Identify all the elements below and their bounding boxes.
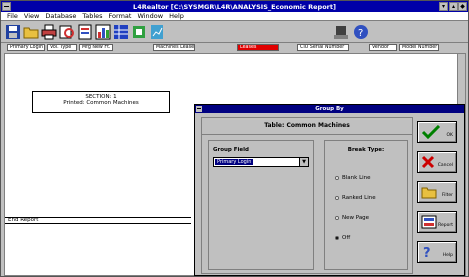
group-header-box[interactable]: SECTION: 1 Printed: Common Machines bbox=[32, 91, 170, 113]
restore-button[interactable]: ◆ bbox=[458, 2, 467, 11]
minimize-button[interactable]: ▾ bbox=[439, 2, 448, 11]
group-header-line2: Printed: Common Machines bbox=[63, 100, 139, 106]
menu-help[interactable]: Help bbox=[169, 12, 184, 20]
group-field-select[interactable]: Primary Login ▼ bbox=[213, 157, 309, 167]
tab-machines-leases[interactable]: Machines Leases bbox=[153, 44, 195, 51]
print-icon[interactable] bbox=[41, 24, 57, 40]
radio-label: Ranked Line bbox=[342, 195, 376, 201]
menu-view[interactable]: View bbox=[24, 12, 39, 20]
tab-primary-login[interactable]: Primary Login bbox=[7, 44, 45, 51]
radio-dot bbox=[335, 196, 339, 200]
report-button[interactable]: Report bbox=[417, 211, 457, 233]
field-tab-strip: Primary Login Vol. Type Mfg New Ft. Mach… bbox=[1, 43, 468, 52]
question-icon: ? bbox=[423, 246, 431, 259]
menu-window[interactable]: Window bbox=[137, 12, 163, 20]
chevron-down-icon[interactable]: ▼ bbox=[299, 158, 308, 166]
dialog-title: Group By bbox=[315, 106, 344, 112]
folder-icon[interactable] bbox=[23, 24, 39, 40]
group-field-label: Group Field bbox=[213, 147, 249, 153]
sort-icon[interactable] bbox=[333, 24, 349, 40]
menu-file[interactable]: File bbox=[7, 12, 18, 20]
radio-label: Blank Line bbox=[342, 175, 371, 181]
maximize-button[interactable]: ▴ bbox=[449, 2, 458, 11]
chart-icon[interactable] bbox=[95, 24, 111, 40]
menu-bar: File View Database Tables Format Window … bbox=[1, 12, 468, 21]
system-menu-button[interactable] bbox=[2, 2, 11, 11]
filter-button[interactable]: Filter bbox=[417, 181, 457, 203]
menu-database[interactable]: Database bbox=[45, 12, 76, 20]
radio-dot bbox=[335, 216, 339, 220]
tab-vendor[interactable]: Vendor bbox=[369, 44, 397, 51]
graph-icon[interactable] bbox=[149, 24, 165, 40]
ok-button[interactable]: OK bbox=[417, 121, 457, 143]
help-icon[interactable]: ? bbox=[353, 24, 369, 40]
preview-icon[interactable] bbox=[59, 24, 75, 40]
cancel-button[interactable]: Cancel bbox=[417, 151, 457, 173]
group-by-dialog: Group By Table: Common Machines Group Fi… bbox=[194, 104, 465, 276]
ok-label: OK bbox=[446, 133, 454, 138]
radio-dot-selected bbox=[335, 236, 339, 240]
end-report-band[interactable]: End Report bbox=[5, 217, 191, 224]
help-label: Help bbox=[442, 253, 453, 258]
checkmark-icon bbox=[421, 125, 441, 139]
app-window: L4Realtor [C:\SYSMGR\L4R\ANALYSIS_Econom… bbox=[0, 0, 469, 277]
dialog-system-menu-button[interactable] bbox=[196, 106, 202, 112]
tab-mfg-new[interactable]: Mfg New Ft. bbox=[79, 44, 113, 51]
tab-ciu-serial[interactable]: CIU Serial Number bbox=[297, 44, 349, 51]
dialog-title-bar: Group By bbox=[195, 105, 464, 113]
radio-label: Off bbox=[342, 235, 351, 241]
dialog-panel: Table: Common Machines Group Field Prima… bbox=[201, 117, 413, 274]
radio-ranked-line[interactable]: Ranked Line bbox=[335, 195, 376, 201]
window-title: L4Realtor [C:\SYSMGR\L4R\ANALYSIS_Econom… bbox=[133, 2, 336, 11]
cancel-label: Cancel bbox=[437, 163, 453, 168]
title-bar: L4Realtor [C:\SYSMGR\L4R\ANALYSIS_Econom… bbox=[1, 1, 468, 12]
menu-format[interactable]: Format bbox=[109, 12, 132, 20]
help-button[interactable]: ? Help bbox=[417, 241, 457, 263]
menu-tables[interactable]: Tables bbox=[82, 12, 102, 20]
tab-vol-type[interactable]: Vol. Type bbox=[47, 44, 77, 51]
report-icon[interactable] bbox=[77, 24, 93, 40]
save-icon[interactable] bbox=[5, 24, 21, 40]
tab-leases[interactable]: Leases bbox=[237, 44, 279, 51]
report-label: Report bbox=[438, 223, 453, 228]
filter-label: Filter bbox=[441, 193, 453, 198]
svg-text:?: ? bbox=[358, 28, 363, 39]
folder-icon bbox=[421, 187, 437, 199]
tab-model-number[interactable]: Model Number bbox=[399, 44, 439, 51]
radio-label: New Page bbox=[342, 215, 370, 221]
radio-dot bbox=[335, 176, 339, 180]
dialog-heading: Table: Common Machines bbox=[202, 118, 412, 135]
toolbar: ? bbox=[1, 21, 468, 43]
cancel-x-icon bbox=[421, 155, 435, 169]
radio-new-page[interactable]: New Page bbox=[335, 215, 369, 221]
svg-text:?: ? bbox=[423, 246, 431, 259]
radio-off[interactable]: Off bbox=[335, 235, 350, 241]
group-field-value: Primary Login bbox=[215, 159, 254, 165]
break-type-label: Break Type: bbox=[347, 147, 385, 153]
report-icon bbox=[421, 215, 437, 229]
group-field-box: Group Field Primary Login ▼ bbox=[208, 140, 314, 270]
radio-blank-line[interactable]: Blank Line bbox=[335, 175, 371, 181]
break-type-box: Break Type: Blank Line Ranked Line New P… bbox=[324, 140, 408, 270]
database-icon[interactable] bbox=[131, 24, 147, 40]
table-icon[interactable] bbox=[113, 24, 129, 40]
